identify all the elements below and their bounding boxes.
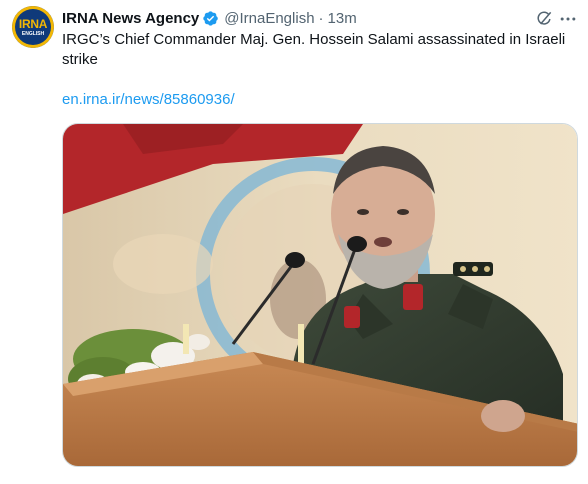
separator-dot: · [318,9,324,27]
photo-man-at-podium [63,124,577,466]
account-name[interactable]: IRNA News Agency [62,10,199,27]
tweet-text: IRGC’s Chief Commander Maj. Gen. Hossein… [62,31,566,68]
grok-icon[interactable] [534,9,554,29]
verified-badge-icon[interactable] [202,10,219,27]
timestamp[interactable]: 13m [328,10,357,27]
avatar[interactable]: IRNA ENGLISH [12,6,54,48]
account-handle[interactable]: @IrnaEnglish [224,10,314,27]
avatar-logo-sub: ENGLISH [21,31,45,37]
avatar-logo: IRNA [18,17,48,31]
tweet-header: IRNA News Agency @IrnaEnglish · 13m [62,8,357,28]
tweet-link[interactable]: en.irna.ir/news/85860936/ [62,90,235,110]
tweet[interactable]: IRNA ENGLISH IRNA News Agency @IrnaEngli… [0,0,588,484]
more-icon[interactable] [558,9,578,29]
tweet-media[interactable] [62,123,578,467]
